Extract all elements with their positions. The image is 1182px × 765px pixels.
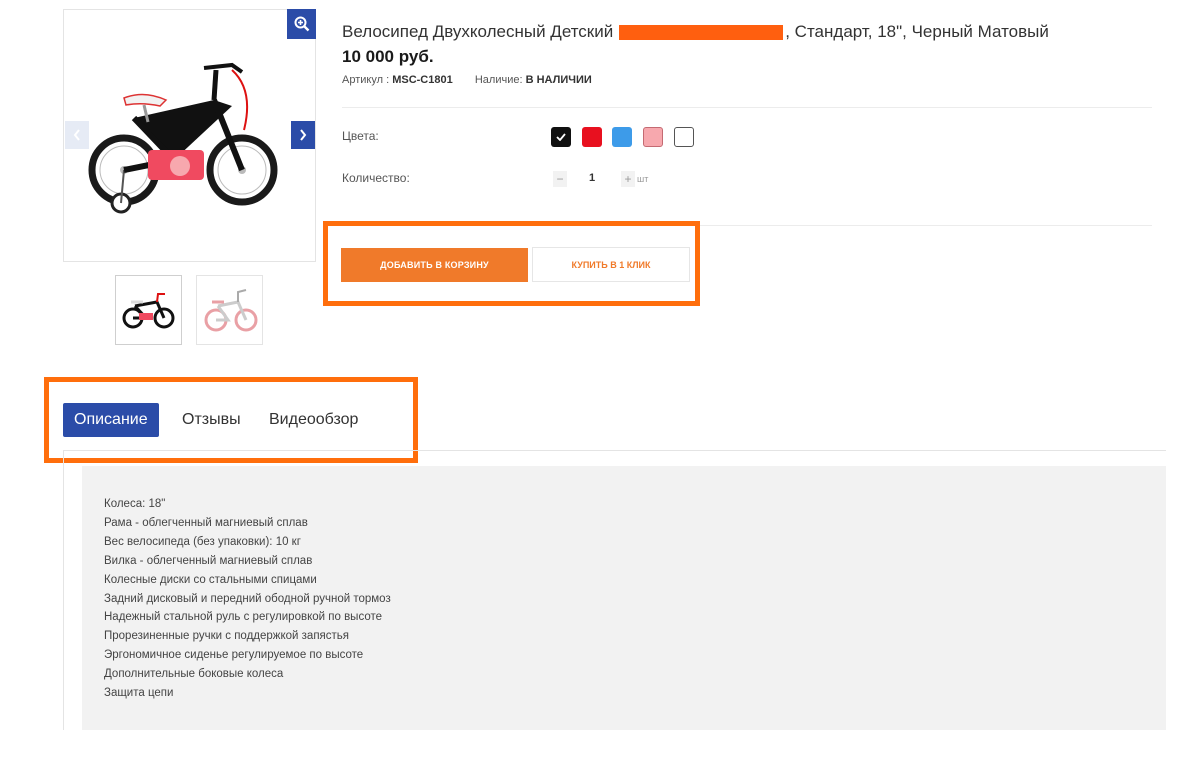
product-main-image[interactable] [63, 9, 316, 262]
spec-item: Вес велосипеда (без упаковки): 10 кг [104, 535, 301, 548]
product-title-start: Велосипед Двухколесный Детский [342, 22, 614, 41]
bicycle-thumbnail [122, 293, 174, 329]
spec-item: Надежный стальной руль с регулировкой по… [104, 611, 383, 624]
check-icon [556, 133, 566, 141]
colors-label: Цвета: [342, 129, 379, 143]
highlight-box-buttons [323, 221, 700, 306]
redaction-bar [619, 24, 784, 40]
spec-item: Дополнительные боковые колеса [104, 668, 284, 681]
spec-item: Рама - облегченный магниевый сплав [104, 516, 308, 529]
thumbnail-1[interactable] [115, 275, 182, 345]
quantity-unit: шт [637, 174, 649, 184]
product-title: Велосипед Двухколесный Детский , Стандар… [342, 22, 1162, 42]
zoom-button[interactable] [287, 9, 316, 39]
color-swatch-pink[interactable] [643, 127, 663, 147]
bicycle-image [88, 62, 278, 214]
color-swatch-blue[interactable] [612, 127, 632, 147]
quantity-increase-button[interactable]: + [621, 171, 635, 187]
quantity-label: Количество: [342, 171, 410, 185]
zoom-in-icon [294, 16, 309, 32]
availability-value: В НАЛИЧИИ [525, 74, 592, 86]
quantity-value[interactable]: 1 [589, 172, 595, 184]
chevron-right-icon [300, 129, 307, 141]
color-swatch-white[interactable] [674, 127, 694, 147]
availability-label: Наличие: [474, 74, 523, 86]
product-price: 10 000 руб. [342, 47, 434, 66]
chevron-left-icon [73, 129, 80, 141]
spec-item: Колесные диски со стальными спицами [104, 573, 317, 586]
product-title-end: , Стандарт, 18", Черный Матовый [785, 22, 1049, 41]
minus-icon: − [556, 172, 564, 186]
bicycle-thumbnail [204, 289, 257, 332]
spec-item: Прорезиненные ручки с поддержкой запясть… [104, 630, 350, 643]
gallery-next-button[interactable] [291, 121, 315, 149]
gallery-prev-button[interactable] [65, 121, 89, 149]
thumbnail-2[interactable] [196, 275, 263, 345]
spec-item: Колеса: 18" [104, 498, 166, 510]
sku-value: MSC-C1801 [392, 74, 453, 86]
product-meta: Артикул : MSC-C1801 Наличие: В НАЛИЧИИ [342, 74, 592, 86]
content-border [63, 450, 64, 730]
spec-item: Вилка - облегченный магниевый сплав [104, 554, 313, 567]
spec-item: Задний дисковый и передний ободной ручно… [104, 592, 391, 605]
color-swatch-black[interactable] [551, 127, 571, 147]
divider [342, 107, 1152, 108]
spec-item: Эргономичное сиденье регулируемое по выс… [104, 649, 364, 662]
tabs-divider [63, 450, 1166, 451]
spec-item: Защита цепи [104, 687, 174, 700]
description-panel: Колеса: 18" Рама - облегченный магниевый… [82, 466, 1166, 730]
color-swatch-red[interactable] [582, 127, 602, 147]
plus-icon: + [624, 172, 632, 186]
sku-label: Артикул : [342, 74, 390, 86]
spec-list: Колеса: 18" Рама - облегченный магниевый… [82, 466, 1166, 703]
quantity-decrease-button[interactable]: − [553, 171, 567, 187]
